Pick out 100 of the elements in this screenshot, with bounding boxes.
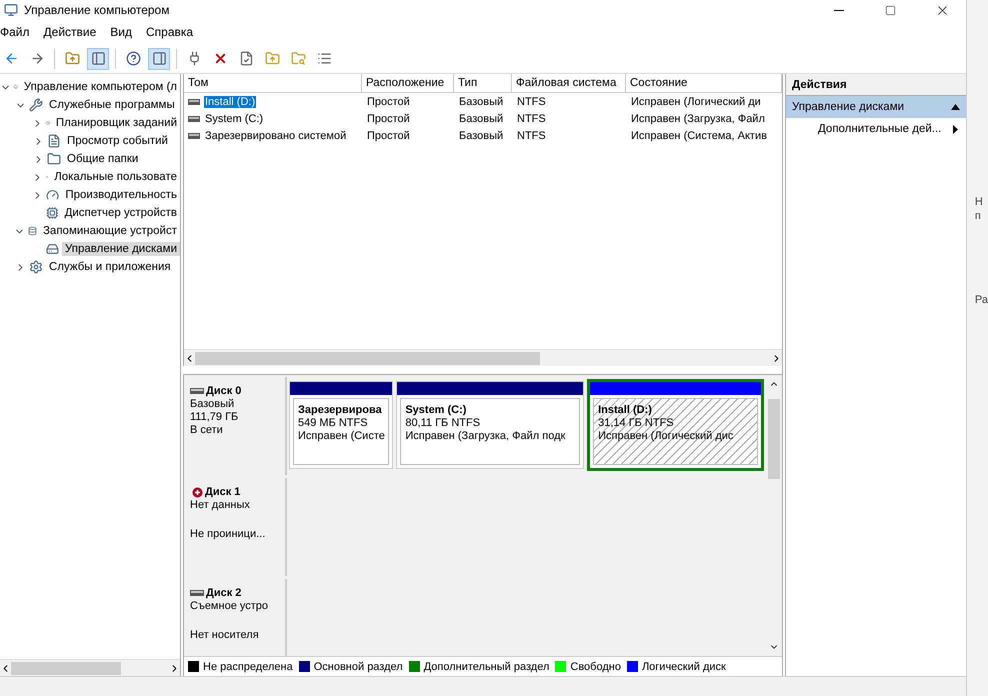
group-label: Управление дисками [792, 101, 904, 113]
partition[interactable]: Зарезервирова 549 МБ NTFS Исправен (Систе [289, 381, 394, 469]
chip-icon [46, 206, 59, 220]
action-item[interactable]: Дополнительные дей... [786, 118, 966, 140]
gauge-icon [46, 188, 60, 202]
actions-title: Действия [786, 74, 966, 96]
list-icon [316, 51, 332, 66]
disk-info: Базовый [190, 398, 236, 410]
forward-arrow-icon [30, 51, 44, 66]
menu-item[interactable]: Справка [146, 25, 194, 39]
tree-item[interactable]: Службы и приложения [46, 260, 174, 274]
partition-size: 31,14 ГБ NTFS [598, 417, 675, 429]
document-icon [47, 134, 61, 148]
column-header[interactable]: Расположение [362, 74, 454, 92]
background-window-text: Н [974, 196, 984, 208]
legend-label: Не распределена [203, 660, 293, 672]
folder-search-icon [290, 51, 306, 66]
menu-item[interactable]: Действие [44, 25, 96, 39]
gear-icon [29, 260, 43, 274]
tree-item[interactable]: Диспетчер устройств [62, 206, 180, 220]
menu-item[interactable]: Вид [110, 25, 132, 39]
table-cell: Базовый [458, 96, 504, 108]
drive-icon [188, 116, 200, 122]
table-cell[interactable]: Зарезервировано системой [204, 130, 348, 142]
column-header[interactable]: Тип [454, 74, 512, 92]
disk-info: Не проиници... [190, 528, 266, 540]
table-cell[interactable]: Install (D:) [204, 96, 256, 108]
legend-label: Основной раздел [314, 660, 403, 672]
disk-info: В сети [190, 424, 224, 436]
table-cell: Базовый [458, 112, 504, 124]
table-cell: Исправен (Логический ди [630, 96, 762, 108]
table-cell: Исправен (Загрузка, Файл [630, 112, 766, 124]
partition-title: Зарезервирова [298, 404, 383, 416]
disk-info: Съемное устро [190, 600, 270, 612]
column-header[interactable]: Файловая система [512, 74, 626, 92]
partition-title: Install (D:) [598, 404, 653, 416]
partition-title: System (C:) [405, 404, 468, 416]
tree-item[interactable]: Управление компьютером (л [20, 80, 180, 94]
maximize-icon [885, 4, 896, 16]
toolbar-button[interactable] [87, 48, 109, 70]
tree-item[interactable]: Планировщик заданий [52, 116, 180, 130]
tree-item[interactable]: Общие папки [64, 152, 142, 166]
column-header[interactable]: Состояние [626, 74, 782, 92]
tree-item[interactable]: Запоминающие устройст [40, 224, 180, 238]
partition-size: 80,11 ГБ NTFS [405, 417, 482, 429]
collapse-triangle-icon[interactable] [950, 104, 960, 110]
partition-status: Исправен (Загрузка, Файл подк [405, 430, 566, 442]
tree-item[interactable]: Производительность [62, 188, 180, 202]
folder-up-icon [64, 51, 80, 66]
submenu-triangle-icon [952, 124, 958, 134]
disk-icon [190, 590, 204, 596]
table-cell: NTFS [516, 96, 547, 108]
disk-info: Нет носителя [190, 629, 260, 641]
scrollbar-thumb[interactable] [195, 352, 540, 364]
table-cell: Простой [366, 112, 411, 124]
scrollbar-thumb[interactable] [768, 399, 780, 479]
disk-info: Нет данных [190, 499, 251, 511]
legend-label: Логический диск [642, 660, 726, 672]
disk-info: 111,79 ГБ [190, 411, 240, 423]
document-check-icon [238, 51, 254, 66]
drive-icon [188, 98, 200, 104]
disk-name: Диск 2 [206, 587, 242, 599]
table-cell: Базовый [458, 130, 504, 142]
storage-icon [28, 224, 37, 238]
help-icon [126, 51, 140, 66]
window-title: Управление компьютером [24, 3, 170, 17]
disk-name: Диск 0 [206, 385, 242, 397]
menu-item[interactable]: Файл [0, 25, 30, 39]
background-window-text: п [974, 210, 982, 222]
wrench-icon [29, 98, 43, 112]
legend-label: Свободно [570, 660, 621, 672]
panel-icon [90, 51, 106, 66]
table-cell: Исправен (Система, Актив [630, 130, 768, 142]
partition-status: Исправен (Систе [298, 430, 384, 442]
partition-status: Исправен (Логический дис [598, 430, 734, 442]
table-cell: NTFS [516, 112, 547, 124]
actions-group[interactable]: Управление дисками [786, 96, 966, 118]
panel-icon [152, 51, 166, 66]
tree-item[interactable]: Служебные программы [46, 98, 178, 112]
table-cell: Простой [366, 130, 411, 142]
toolbar-button[interactable] [148, 48, 170, 70]
drive-icon [188, 132, 200, 138]
scrollbar-thumb[interactable] [11, 662, 121, 674]
tree-item[interactable]: Управление дисками [62, 242, 180, 256]
disk-icon [190, 388, 204, 394]
partition-size: 549 МБ NTFS [298, 417, 369, 429]
table-cell: NTFS [516, 130, 547, 142]
tree-item[interactable]: Просмотр событий [64, 134, 171, 148]
folder-icon [47, 152, 61, 166]
partition[interactable]: System (C:) 80,11 ГБ NTFS Исправен (Загрузка, Файл подк [396, 381, 584, 469]
error-disk-icon [190, 486, 203, 498]
table-cell[interactable]: System (C:) [204, 112, 264, 124]
computer-icon [4, 3, 18, 17]
folder-up-icon [264, 51, 280, 66]
partition[interactable]: Install (D:) 31,14 ГБ NTFS Исправен (Логический дис [587, 379, 764, 471]
background-window-text: Ра [974, 294, 988, 306]
legend-label: Дополнительный раздел [424, 660, 550, 672]
tree-item[interactable]: Локальные пользовате [51, 170, 180, 184]
column-header[interactable]: Том [184, 74, 362, 92]
hard-drive-icon [46, 242, 59, 256]
